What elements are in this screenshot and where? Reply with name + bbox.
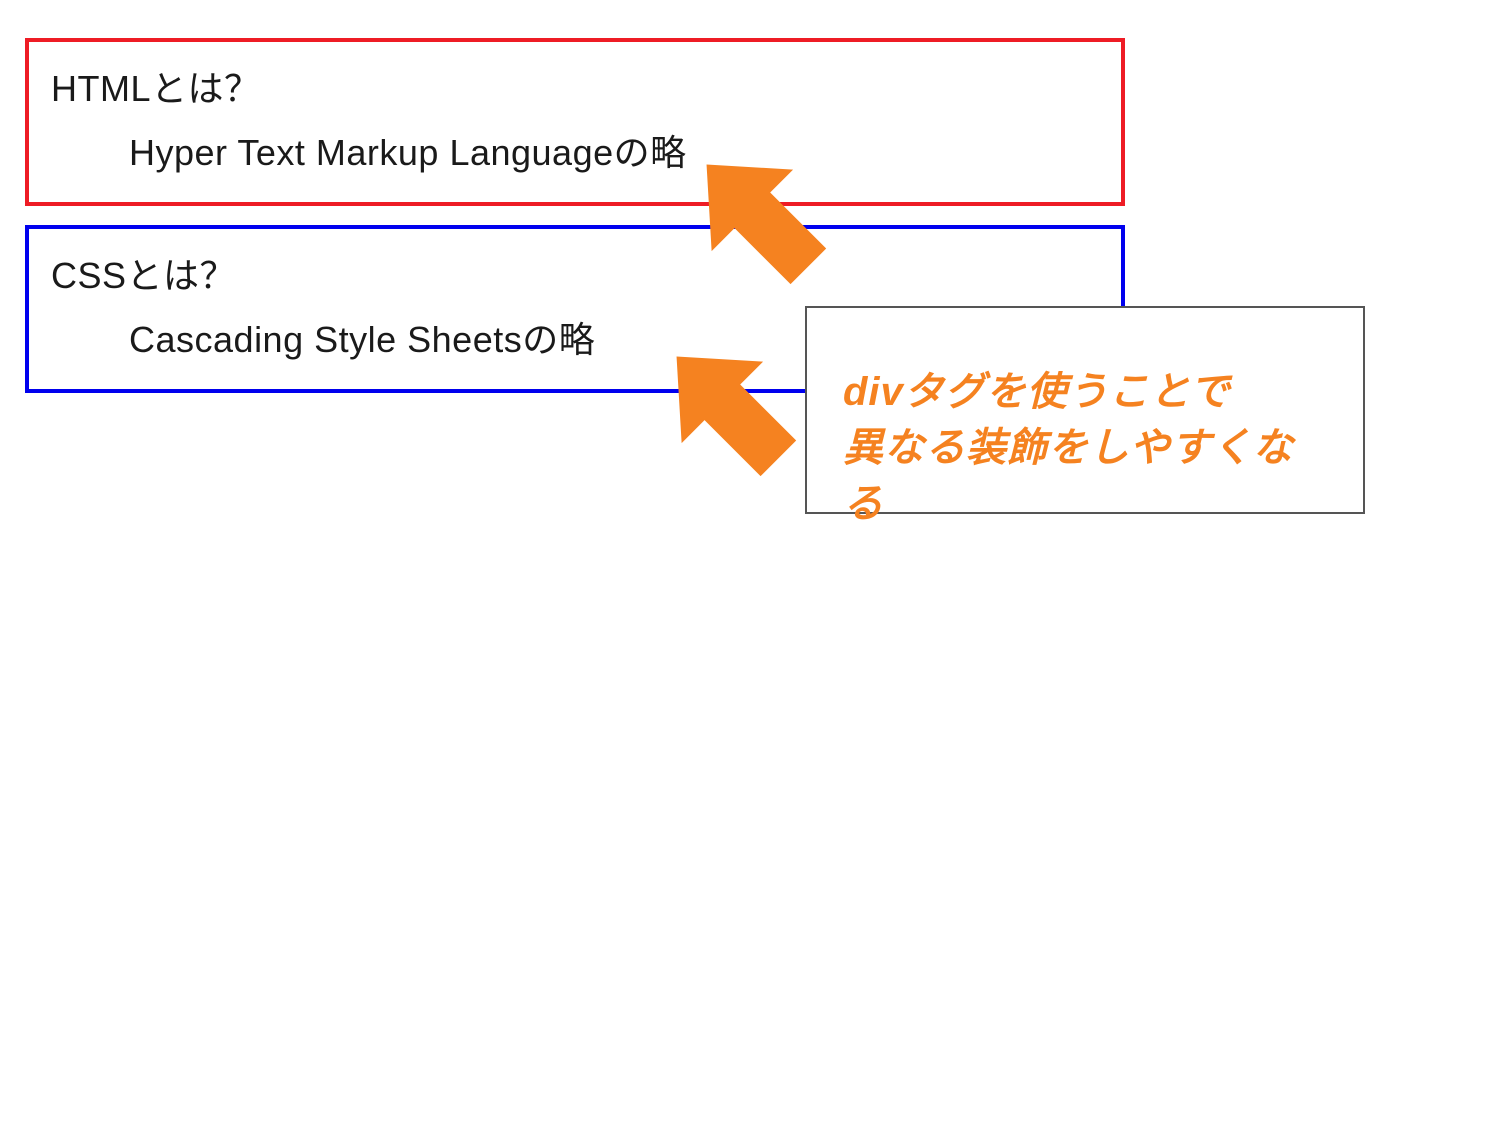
callout-line-2: 異なる装飾をしやすくなる xyxy=(843,426,1294,526)
html-box-desc: Hyper Text Markup Languageの略 xyxy=(129,124,1099,176)
callout-line-1: divタグを使うことで xyxy=(843,370,1231,414)
html-definition-box: HTMLとは？ Hyper Text Markup Languageの略 xyxy=(25,38,1125,206)
html-box-title: HTMLとは？ xyxy=(51,60,1099,112)
arrow-icon xyxy=(670,128,850,308)
callout-text: divタグを使うことで 異なる装飾をしやすくなる xyxy=(843,364,1327,532)
callout-box: divタグを使うことで 異なる装飾をしやすくなる xyxy=(805,306,1365,514)
css-box-title: CSSとは？ xyxy=(51,247,1099,299)
arrow-icon xyxy=(640,320,820,500)
